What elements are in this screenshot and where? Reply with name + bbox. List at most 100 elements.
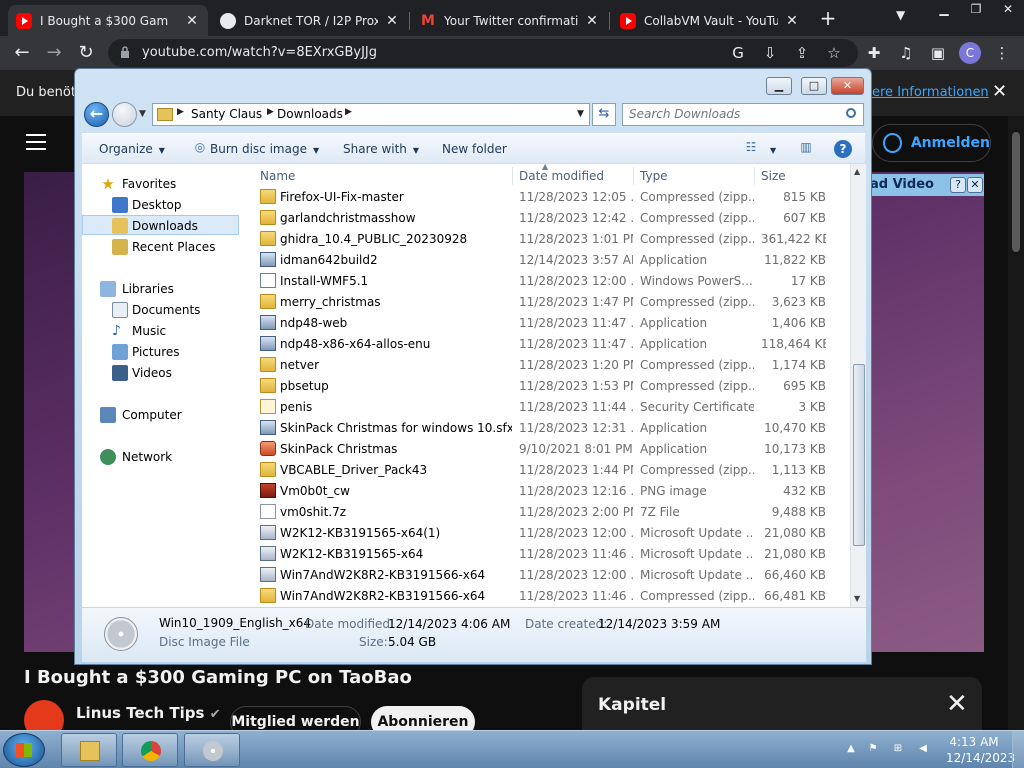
hamburger-menu-icon[interactable] bbox=[26, 134, 46, 150]
nav-desktop[interactable]: Desktop bbox=[82, 195, 239, 215]
chevron-right-icon[interactable]: ▶ bbox=[267, 107, 274, 117]
install-app-icon[interactable]: ⇩ bbox=[761, 44, 779, 62]
column-type[interactable]: Type bbox=[640, 169, 668, 183]
extensions-icon[interactable]: ✚ bbox=[865, 44, 883, 62]
clock[interactable]: 4:13 AM 12/14/2023 bbox=[946, 734, 1015, 766]
scroll-up-icon[interactable]: ▲ bbox=[854, 167, 860, 176]
help-icon[interactable]: ? bbox=[834, 140, 852, 158]
close-window-button[interactable]: ✕ bbox=[992, 0, 1024, 18]
tab-twitter-confirmation[interactable]: M Your Twitter confirmation ✕ bbox=[412, 5, 608, 36]
chevron-right-icon[interactable]: ▶ bbox=[177, 107, 184, 117]
help-icon[interactable]: ? bbox=[950, 177, 966, 193]
file-row[interactable]: pbsetup 11/28/2023 1:53 PM Compressed (zip… bbox=[242, 375, 850, 396]
scroll-down-icon[interactable]: ▼ bbox=[854, 594, 860, 603]
file-row[interactable]: W2K12-KB3191565-x64(1) 11/28/2023 12:00 .… bbox=[242, 522, 850, 543]
back-button[interactable]: ← bbox=[10, 42, 34, 64]
new-folder-button[interactable]: New folder bbox=[442, 142, 507, 156]
profile-avatar[interactable]: C bbox=[959, 42, 981, 64]
search-icon[interactable] bbox=[846, 108, 856, 118]
restore-window-button[interactable]: ❐ bbox=[960, 0, 992, 18]
side-panel-icon[interactable]: ▣ bbox=[929, 44, 947, 62]
share-icon[interactable]: ⇪ bbox=[793, 44, 811, 62]
close-tab-icon[interactable]: ✕ bbox=[384, 13, 400, 29]
file-row[interactable]: Win7AndW2K8R2-KB3191566-x64 11/28/2023 11… bbox=[242, 585, 850, 606]
file-row[interactable]: Win7AndW2K8R2-KB3191566-x64 11/28/2023 12… bbox=[242, 564, 850, 585]
close-tab-icon[interactable]: ✕ bbox=[784, 13, 800, 29]
google-lens-icon[interactable]: G bbox=[729, 44, 747, 62]
column-divider[interactable] bbox=[754, 167, 755, 185]
close-icon[interactable]: ✕ bbox=[946, 689, 968, 719]
taskbar-explorer[interactable] bbox=[61, 733, 117, 767]
file-row[interactable]: SkinPack Christmas 9/10/2021 8:01 PM Appli… bbox=[242, 438, 850, 459]
view-options-icon[interactable]: ☷ bbox=[743, 140, 759, 156]
file-row[interactable]: garlandchristmasshow 11/28/2023 12:42 ...… bbox=[242, 207, 850, 228]
new-tab-button[interactable]: + bbox=[816, 6, 840, 30]
close-tab-icon[interactable]: ✕ bbox=[584, 13, 600, 29]
action-center-icon[interactable]: ⚑ bbox=[866, 743, 880, 757]
file-row[interactable]: Install-WMF5.1 11/28/2023 12:00 ... Window… bbox=[242, 270, 850, 291]
search-input[interactable] bbox=[629, 107, 839, 121]
show-desktop-button[interactable] bbox=[1012, 731, 1024, 768]
organize-button[interactable]: Organize ▼ bbox=[99, 142, 165, 156]
close-button[interactable]: ✕ bbox=[831, 77, 864, 95]
breadcrumb-segment[interactable]: Downloads bbox=[277, 107, 343, 121]
file-row[interactable]: VBCABLE_Driver_Pack43 11/28/2023 1:44 PM C… bbox=[242, 459, 850, 480]
file-row[interactable]: idman642build2 12/14/2023 3:57 AM Applicat… bbox=[242, 249, 850, 270]
column-size[interactable]: Size bbox=[761, 169, 786, 183]
tab-youtube-video[interactable]: I Bought a $300 Gam ✕ bbox=[8, 5, 208, 36]
scrollbar-thumb[interactable] bbox=[1012, 132, 1020, 252]
nav-documents[interactable]: Documents bbox=[82, 300, 239, 320]
sign-in-button[interactable]: Anmelden bbox=[872, 124, 991, 162]
close-tab-icon[interactable]: ✕ bbox=[184, 13, 200, 29]
file-list-scrollbar[interactable]: ▲ ▼ bbox=[850, 164, 866, 607]
bookmark-star-icon[interactable]: ☆ bbox=[825, 44, 843, 62]
column-divider[interactable] bbox=[633, 167, 634, 185]
nav-downloads[interactable]: Downloads bbox=[82, 215, 239, 235]
view-options-chevron-icon[interactable]: ▼ bbox=[764, 142, 776, 156]
chevron-right-icon[interactable]: ▶ bbox=[345, 107, 352, 117]
file-row[interactable]: SkinPack Christmas for windows 10.sfx 11/… bbox=[242, 417, 850, 438]
more-info-link[interactable]: ere Informationen bbox=[872, 85, 989, 100]
search-box[interactable] bbox=[622, 103, 864, 126]
nav-libraries[interactable]: Libraries bbox=[82, 279, 239, 299]
close-icon[interactable]: ✕ bbox=[967, 177, 983, 193]
nav-favorites[interactable]: ★ Favorites bbox=[82, 174, 239, 194]
page-scrollbar[interactable] bbox=[1008, 116, 1024, 730]
column-name[interactable]: Name bbox=[260, 169, 295, 183]
burn-disc-image-button[interactable]: Burn disc image ▼ bbox=[210, 142, 319, 156]
breadcrumb-segment[interactable]: Santy Claus bbox=[191, 107, 262, 121]
taskbar-disc-image[interactable] bbox=[184, 733, 240, 767]
file-row[interactable]: ghidra_10.4_PUBLIC_20230928 11/28/2023 1:… bbox=[242, 228, 850, 249]
file-row[interactable]: merry_christmas 11/28/2023 1:47 PM Compres… bbox=[242, 291, 850, 312]
reload-button[interactable]: ↻ bbox=[74, 42, 98, 64]
tab-search-chevron-icon[interactable]: ▼ bbox=[896, 8, 905, 22]
media-control-icon[interactable]: ♫ bbox=[897, 44, 915, 62]
file-row[interactable]: netver 11/28/2023 1:20 PM Compressed (zipp… bbox=[242, 354, 850, 375]
close-icon[interactable]: ✕ bbox=[992, 81, 1007, 102]
chevron-down-icon[interactable]: ▼ bbox=[577, 109, 584, 119]
download-video-ad[interactable]: ad Video bbox=[864, 174, 984, 196]
address-bar[interactable]: ▶ Santy Claus ▶ Downloads ▶ ▼ bbox=[152, 103, 590, 126]
refresh-icon[interactable]: ⇆ bbox=[592, 103, 616, 126]
column-date-modified[interactable]: Date modified bbox=[519, 169, 604, 183]
nav-recent-places[interactable]: Recent Places bbox=[82, 237, 239, 257]
channel-name[interactable]: Linus Tech Tips ✔ bbox=[76, 704, 221, 722]
share-with-button[interactable]: Share with ▼ bbox=[343, 142, 419, 156]
nav-music[interactable]: ♪ Music bbox=[82, 321, 239, 341]
preview-pane-icon[interactable]: ▥ bbox=[798, 140, 814, 156]
file-row[interactable]: Vm0b0t_cw 11/28/2023 12:16 ... PNG image 43… bbox=[242, 480, 850, 501]
maximize-button[interactable]: □ bbox=[801, 77, 827, 95]
nav-videos[interactable]: Videos bbox=[82, 363, 239, 383]
tab-collabvm-vault[interactable]: CollabVM Vault - YouTub ✕ bbox=[612, 5, 808, 36]
taskbar-chrome[interactable] bbox=[122, 733, 178, 767]
forward-button[interactable]: → bbox=[42, 42, 66, 64]
minimize-button[interactable]: ▁ bbox=[766, 77, 792, 95]
file-row[interactable]: penis 11/28/2023 11:44 ... Security Certif… bbox=[242, 396, 850, 417]
start-button[interactable] bbox=[3, 733, 45, 767]
chrome-menu-icon[interactable]: ⋮ bbox=[993, 44, 1011, 62]
nav-computer[interactable]: Computer bbox=[82, 405, 239, 425]
column-divider[interactable] bbox=[512, 167, 513, 185]
forward-button[interactable] bbox=[112, 102, 137, 127]
file-row[interactable]: vm0shit.7z 11/28/2023 2:00 PM 7Z File 9,488… bbox=[242, 501, 850, 522]
minimize-window-button[interactable]: ▁ bbox=[928, 0, 960, 18]
